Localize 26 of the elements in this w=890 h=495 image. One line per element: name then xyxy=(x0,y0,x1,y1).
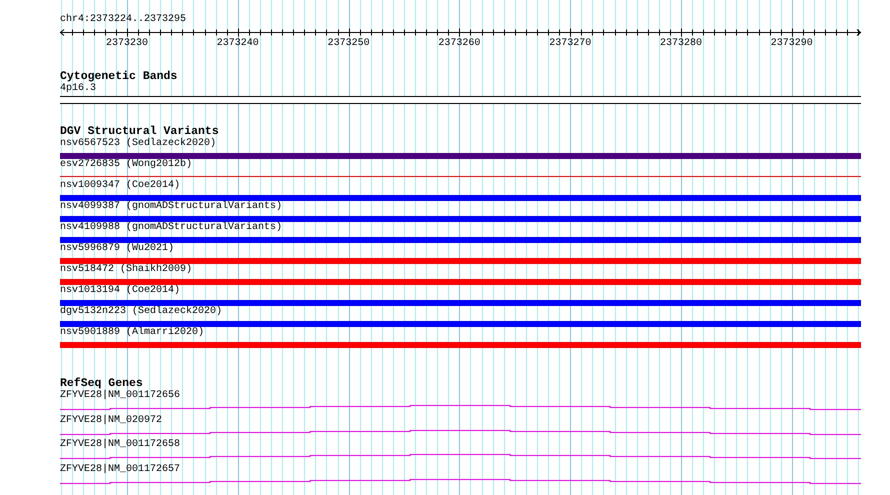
position-label: chr4:2373224..2373295 xyxy=(60,14,186,26)
variant-label: nsv5996879 (Wu2021) xyxy=(60,243,174,255)
ruler-label: 2373290 xyxy=(770,38,813,49)
band-label: 4p16.3 xyxy=(60,83,96,95)
ruler-label: 2373260 xyxy=(438,38,480,49)
variant-label: dgv5132n223 (Sedlazeck2020) xyxy=(60,306,222,318)
variant-label: nsv6567523 (Sedlazeck2020) xyxy=(60,138,216,150)
variant-label: esv2726835 (Wong2012b) xyxy=(60,159,192,171)
ruler-label: 2373240 xyxy=(216,38,259,49)
track-title: Cytogenetic Bands xyxy=(60,71,178,83)
track-title: DGV Structural Variants xyxy=(60,126,219,138)
variant-label: nsv4099387 (gnomADStructuralVariants) xyxy=(60,201,282,213)
gene-label: ZFYVE28|NM_020972 xyxy=(60,414,162,426)
ruler-label: 2373250 xyxy=(328,38,370,49)
ruler-label: 2373280 xyxy=(660,38,702,49)
ruler-label: 2373270 xyxy=(549,38,592,49)
variant-label: nsv5901889 (Almarri2020) xyxy=(60,327,204,339)
gene-label: ZFYVE28|NM_001172658 xyxy=(60,439,180,451)
variant-label: nsv4109988 (gnomADStructuralVariants) xyxy=(60,222,282,234)
ruler-label: 2373230 xyxy=(106,38,148,49)
variant-label: nsv1013194 (Coe2014) xyxy=(60,285,180,297)
gene-label: ZFYVE28|NM_001172656 xyxy=(60,390,180,402)
variant-label: nsv1009347 (Coe2014) xyxy=(60,180,180,192)
variant-label: nsv518472 (Shaikh2009) xyxy=(60,264,192,276)
track-title: RefSeq Genes xyxy=(60,378,143,390)
gene-label: ZFYVE28|NM_001172657 xyxy=(60,464,180,476)
